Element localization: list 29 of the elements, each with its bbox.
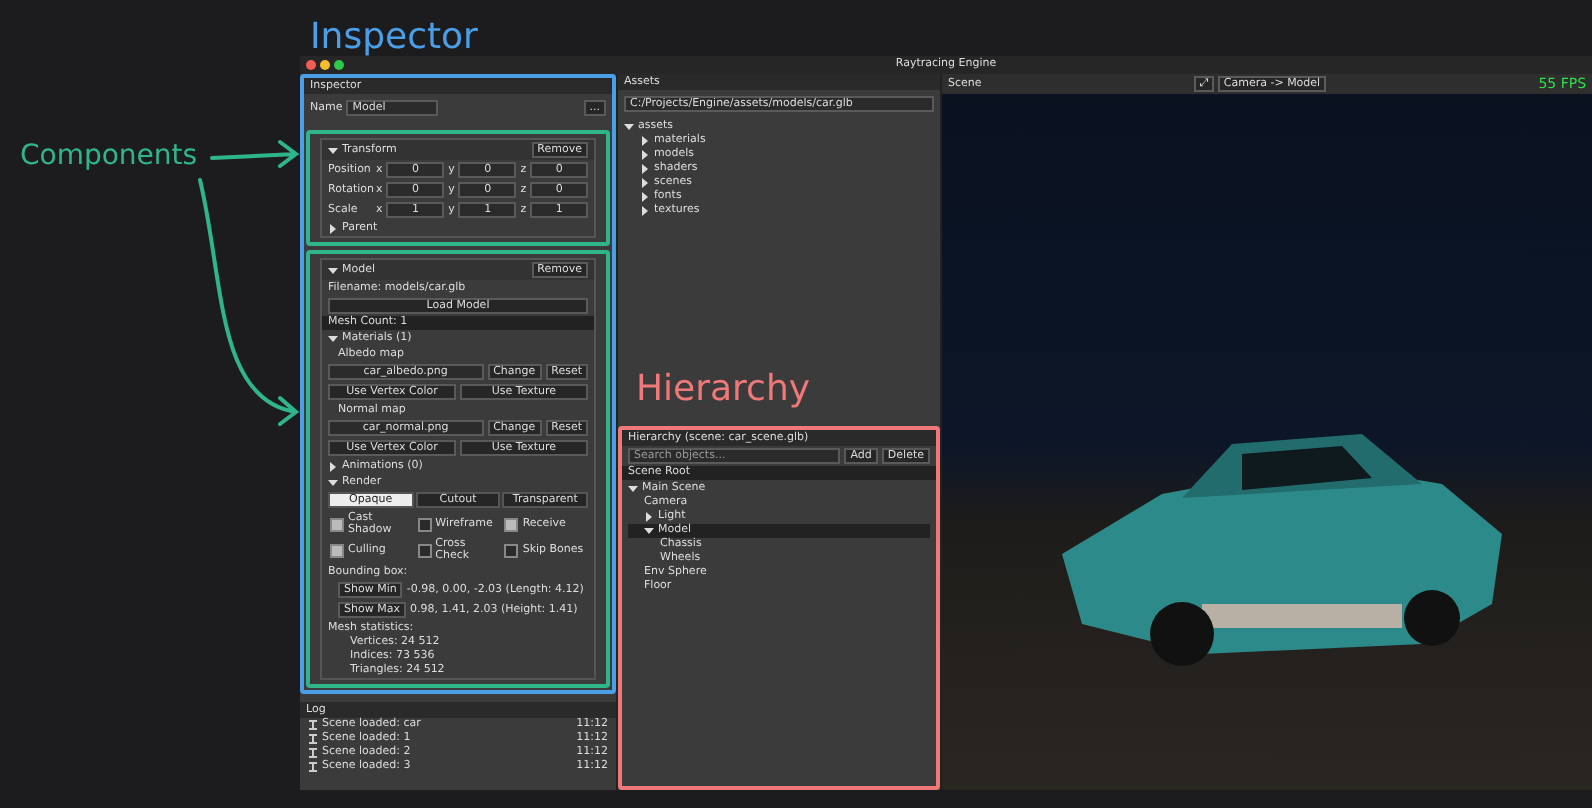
collapsed-triangle-icon[interactable] (640, 192, 650, 202)
annotation-label: Hierarchy (636, 368, 811, 410)
checkbox[interactable] (417, 517, 432, 531)
collapsed-triangle-icon[interactable] (640, 136, 650, 146)
minimize-button[interactable] (320, 60, 330, 70)
annotation-label: Inspector (310, 16, 478, 58)
collapsed-triangle-icon[interactable] (328, 461, 338, 471)
annotation-arrow (210, 140, 300, 168)
collapsed-triangle-icon[interactable] (328, 223, 338, 233)
collapsed-triangle-icon[interactable] (640, 178, 650, 188)
checkbox[interactable] (504, 517, 519, 531)
expanded-triangle-icon[interactable] (628, 484, 638, 494)
close-button[interactable] (306, 60, 316, 70)
annotation-label: Components (20, 140, 198, 172)
checkbox[interactable] (417, 543, 432, 557)
expanded-triangle-icon[interactable] (328, 477, 338, 487)
maximize-button[interactable] (334, 60, 344, 70)
collapsed-triangle-icon[interactable] (644, 512, 654, 522)
checkbox[interactable] (330, 543, 344, 557)
collapsed-triangle-icon[interactable] (640, 150, 650, 160)
expanded-triangle-icon[interactable] (644, 526, 654, 536)
collapsed-triangle-icon[interactable] (640, 206, 650, 216)
collapsed-triangle-icon[interactable] (640, 164, 650, 174)
expanded-triangle-icon[interactable] (328, 265, 338, 275)
expanded-triangle-icon[interactable] (328, 333, 338, 343)
checkbox[interactable] (330, 517, 344, 531)
expanded-triangle-icon[interactable] (328, 145, 338, 155)
checkbox[interactable] (504, 543, 519, 557)
expanded-triangle-icon[interactable] (624, 122, 634, 132)
